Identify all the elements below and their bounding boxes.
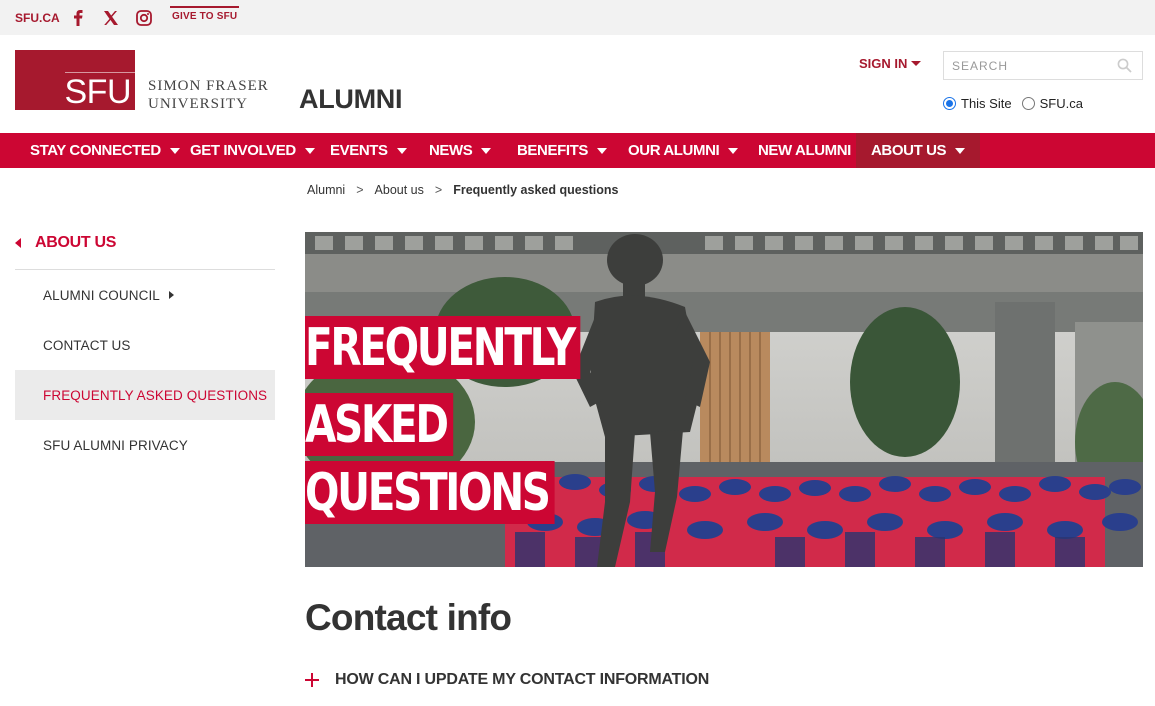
sidebar-item-label: ALUMNI COUNCIL	[43, 287, 160, 303]
nav-label: NEW ALUMNI	[758, 142, 851, 159]
sidebar-item-alumni-council[interactable]: ALUMNI COUNCIL	[15, 270, 275, 320]
main-nav: STAY CONNECTED GET INVOLVED EVENTS NEWS …	[0, 133, 1155, 168]
chevron-right-icon	[168, 291, 174, 299]
faq-item[interactable]: HOW CAN I UPDATE MY CONTACT INFORMATION	[305, 671, 709, 689]
nav-item-benefits[interactable]: BENEFITS	[517, 133, 607, 168]
facebook-icon[interactable]	[69, 9, 87, 27]
university-name-line1: SIMON FRASER	[148, 78, 269, 94]
sidebar-item-contact-us[interactable]: CONTACT US	[15, 320, 275, 370]
chevron-down-icon	[596, 147, 607, 154]
hero-title-line3: QUESTIONS	[305, 461, 555, 524]
breadcrumb: Alumni > About us > Frequently asked que…	[307, 183, 619, 197]
nav-item-get-involved[interactable]: GET INVOLVED	[190, 133, 315, 168]
sign-in-label: SIGN IN	[859, 56, 908, 71]
scope-this-site[interactable]: This Site	[943, 96, 1012, 111]
sidebar-item-label: FREQUENTLY ASKED QUESTIONS	[43, 387, 268, 403]
nav-item-news[interactable]: NEWS	[429, 133, 492, 168]
section-title: Contact info	[305, 597, 512, 638]
sfu-home-link[interactable]: SFU.CA	[15, 11, 60, 25]
chevron-down-icon	[911, 61, 922, 66]
nav-item-new-alumni[interactable]: NEW ALUMNI	[758, 133, 851, 168]
search-input[interactable]	[944, 52, 1104, 79]
sidebar-item-privacy[interactable]: SFU ALUMNI PRIVACY	[15, 420, 275, 470]
chevron-down-icon	[481, 147, 492, 154]
nav-label: OUR ALUMNI	[628, 142, 720, 159]
scope-sfu-ca[interactable]: SFU.ca	[1021, 96, 1083, 111]
breadcrumb-about-us[interactable]: About us	[375, 183, 424, 197]
scope-label: This Site	[961, 96, 1012, 111]
search-scope: This Site SFU.ca	[943, 96, 1093, 111]
breadcrumb-separator: >	[434, 183, 443, 197]
hero-title-line2: ASKED	[305, 393, 453, 456]
chevron-down-icon	[169, 147, 180, 154]
nav-label: ABOUT US	[871, 142, 947, 159]
chevron-down-icon	[955, 147, 966, 154]
utility-bar: SFU.CA GIVE TO SFU	[0, 0, 1155, 35]
x-icon[interactable]	[101, 9, 119, 27]
logo-text: SFU	[64, 73, 132, 111]
search-icon[interactable]	[1117, 58, 1132, 78]
give-to-sfu-link[interactable]: GIVE TO SFU	[170, 6, 240, 28]
nav-item-events[interactable]: EVENTS	[330, 133, 407, 168]
nav-item-about-us[interactable]: ABOUT US	[856, 133, 981, 168]
nav-label: EVENTS	[330, 142, 388, 159]
nav-item-stay-connected[interactable]: STAY CONNECTED	[30, 133, 180, 168]
nav-label: GET INVOLVED	[190, 142, 296, 159]
nav-label: NEWS	[429, 142, 473, 159]
radio-selected-icon	[943, 97, 956, 110]
breadcrumb-separator: >	[356, 183, 364, 197]
hero-banner: FREQUENTLY ASKED QUESTIONS	[305, 232, 1143, 567]
sidebar-item-label: CONTACT US	[43, 337, 131, 353]
breadcrumb-alumni[interactable]: Alumni	[307, 183, 345, 197]
university-name: SIMON FRASER UNIVERSITY	[148, 77, 269, 113]
nav-label: BENEFITS	[517, 142, 588, 159]
nav-item-our-alumni[interactable]: OUR ALUMNI	[628, 133, 739, 168]
hero-title-line1: FREQUENTLY	[305, 316, 581, 379]
chevron-down-icon	[396, 147, 407, 154]
sign-in-button[interactable]: SIGN IN	[859, 56, 922, 71]
sidebar-item-label: SFU ALUMNI PRIVACY	[43, 437, 188, 453]
site-title[interactable]: ALUMNI	[299, 84, 402, 115]
chevron-down-icon	[728, 147, 739, 154]
instagram-icon[interactable]	[135, 9, 153, 27]
chevron-down-icon	[304, 147, 315, 154]
breadcrumb-current: Frequently asked questions	[453, 183, 619, 197]
chevron-left-icon	[15, 238, 21, 248]
nav-label: STAY CONNECTED	[30, 142, 161, 159]
plus-icon	[305, 673, 319, 687]
university-name-line2: UNIVERSITY	[148, 96, 248, 112]
sidebar-heading[interactable]: ABOUT US	[15, 234, 116, 252]
search-box	[943, 51, 1143, 80]
sidebar-item-faq[interactable]: FREQUENTLY ASKED QUESTIONS	[15, 370, 275, 420]
radio-unselected-icon	[1021, 97, 1035, 110]
faq-question: HOW CAN I UPDATE MY CONTACT INFORMATION	[335, 671, 710, 688]
sidebar-heading-label: ABOUT US	[35, 234, 117, 251]
sfu-logo[interactable]: SFU	[15, 50, 135, 110]
scope-label: SFU.ca	[1039, 96, 1083, 111]
